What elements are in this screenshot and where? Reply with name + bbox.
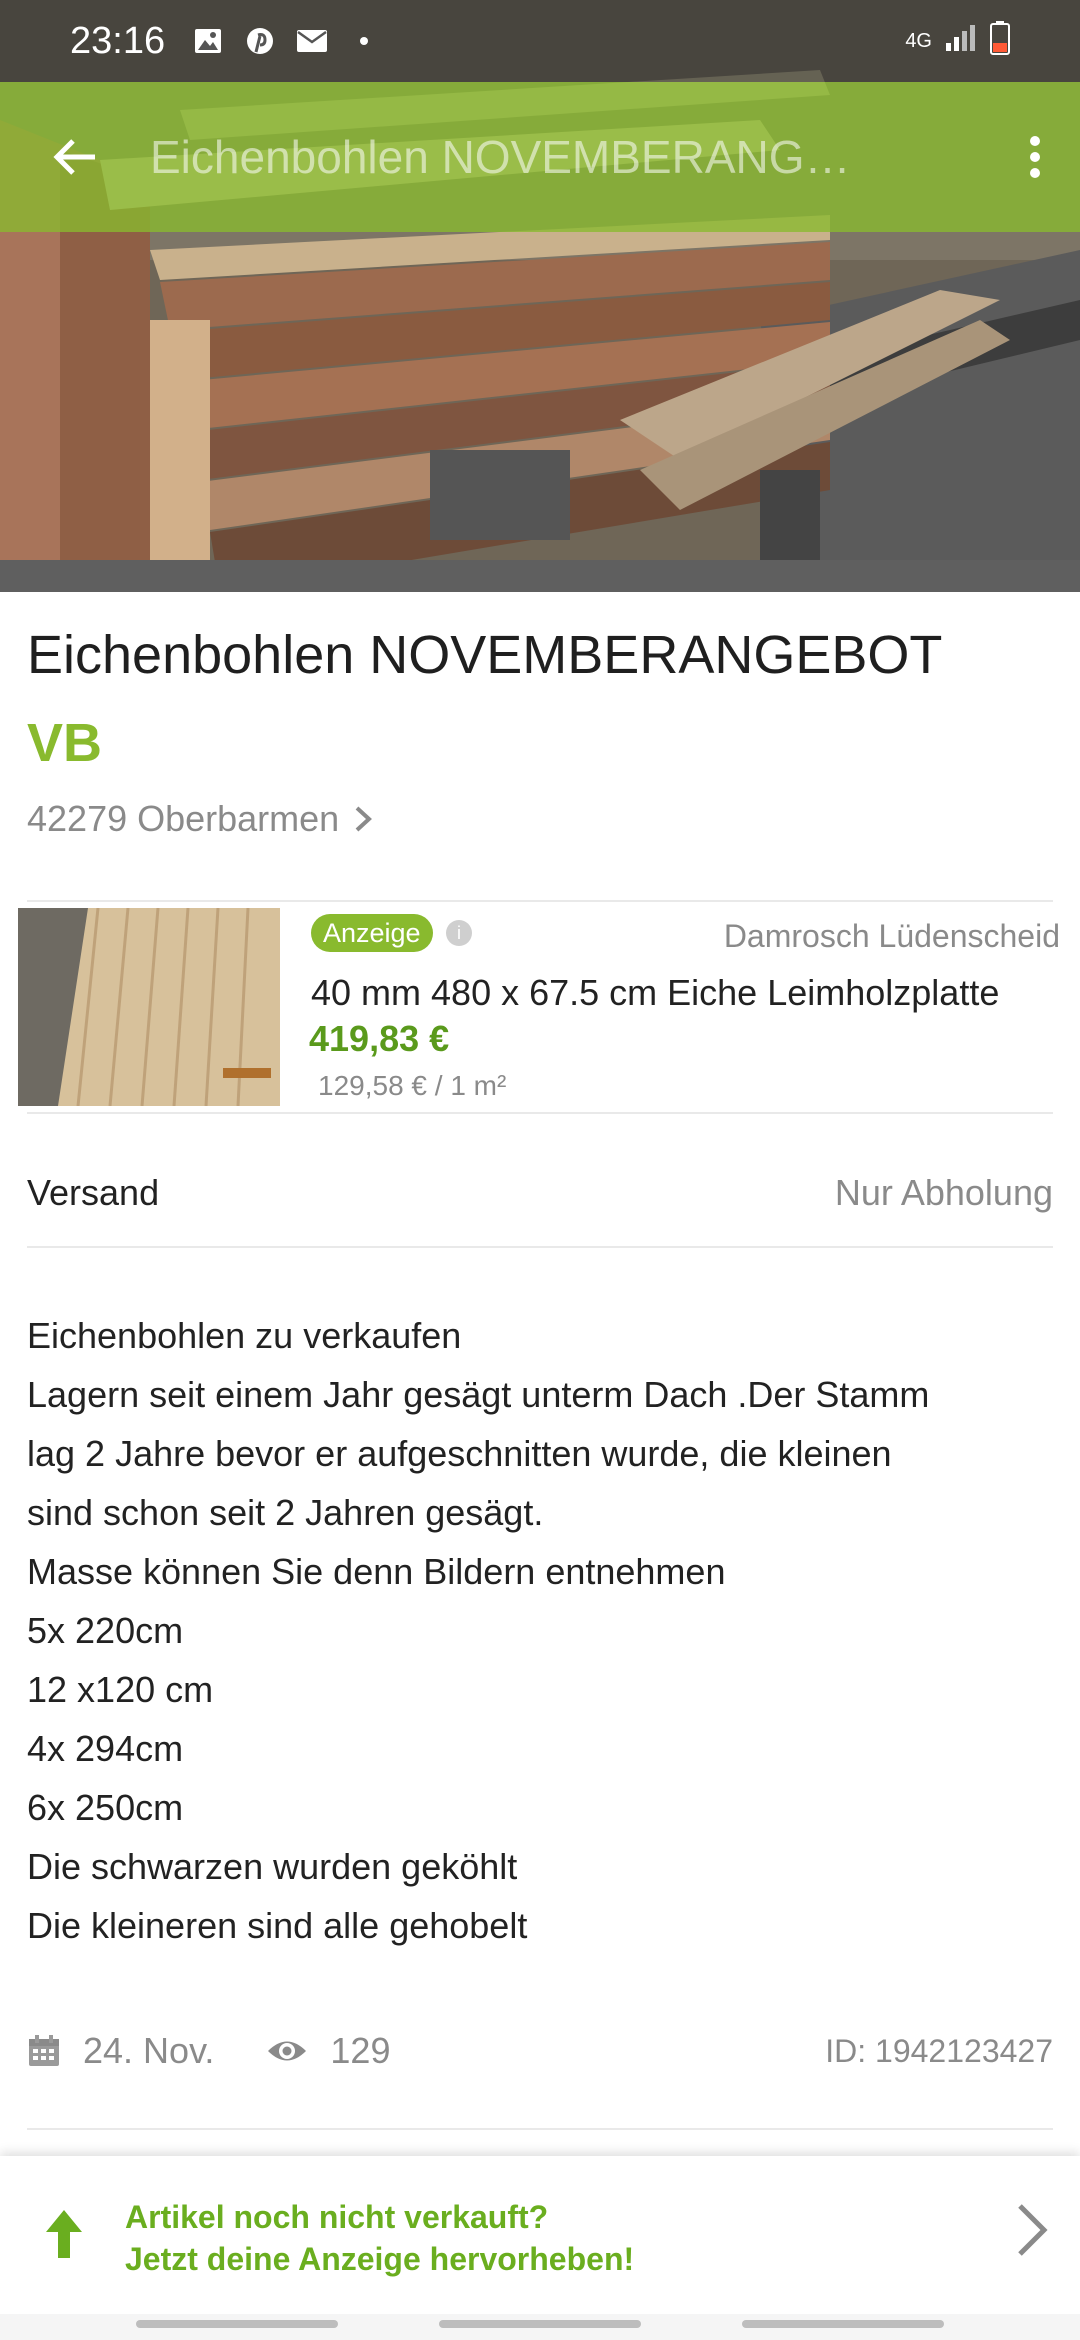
promote-listing-banner[interactable]: Artikel noch nicht verkauft? Jetzt deine… — [0, 2156, 1080, 2314]
listing-title: Eichenbohlen NOVEMBERANGEBOT — [27, 625, 943, 685]
listing-price: VB — [27, 713, 103, 773]
description-line: 6x 250cm — [27, 1787, 184, 1828]
signal-icon — [944, 23, 978, 59]
ad-price: 419,83 € — [309, 1018, 450, 1059]
status-time: 23:16 — [70, 19, 166, 62]
ad-thumbnail[interactable] — [18, 908, 280, 1106]
nav-home-pill[interactable] — [439, 2320, 641, 2328]
arrow-left-icon — [53, 139, 95, 175]
pinterest-icon — [243, 24, 277, 58]
location-text: 42279 Oberbarmen — [27, 798, 340, 839]
status-bar: 23:16 4G — [0, 0, 1080, 82]
description-line: 12 x120 cm — [27, 1669, 214, 1710]
calendar-icon — [27, 2034, 61, 2068]
nav-recent-pill[interactable] — [136, 2320, 338, 2328]
listing-id: ID: 1942123427 — [825, 2032, 1053, 2069]
description-line: sind schon seit 2 Jahren gesägt. — [27, 1492, 544, 1533]
listing-description: Eichenbohlen zu verkaufen Lagern seit ei… — [27, 1306, 1057, 1955]
ad-unit-price: 129,58 € / 1 m² — [318, 1070, 507, 1101]
view-count: 129 — [330, 2030, 391, 2071]
location-link[interactable]: 42279 Oberbarmen — [27, 798, 373, 840]
listing-date: 24. Nov. — [83, 2030, 215, 2071]
chevron-right-icon — [355, 806, 373, 832]
promo-line-1: Artikel noch nicht verkauft? — [125, 2199, 549, 2235]
image-icon — [191, 24, 225, 58]
description-line: Masse können Sie denn Bildern entnehmen — [27, 1551, 726, 1592]
shipping-label: Versand — [27, 1172, 160, 1213]
chevron-right-icon — [1018, 2204, 1048, 2256]
eye-icon — [266, 2036, 308, 2066]
back-button[interactable] — [0, 82, 150, 232]
ad-headline: 40 mm 480 x 67.5 cm Eiche Leimholzplatte — [311, 972, 1000, 1013]
description-line: Eichenbohlen zu verkaufen — [27, 1315, 462, 1356]
description-line: 4x 294cm — [27, 1728, 184, 1769]
divider — [27, 1112, 1053, 1114]
sponsored-ad[interactable]: Anzeige i Damrosch Lüdenscheid 40 mm 480… — [0, 902, 1080, 1112]
description-line: Die schwarzen wurden geköhlt — [27, 1846, 518, 1887]
more-vert-icon — [1030, 136, 1040, 178]
more-options-button[interactable] — [990, 82, 1080, 232]
app-toolbar: Eichenbohlen NOVEMBERANG… — [0, 82, 1080, 232]
divider — [27, 2128, 1053, 2130]
ad-seller: Damrosch Lüdenscheid — [723, 918, 1060, 954]
toolbar-title: Eichenbohlen NOVEMBERANG… — [150, 131, 851, 183]
description-line: Lagern seit einem Jahr gesägt unterm Dac… — [27, 1374, 930, 1415]
description-line: lag 2 Jahre bevor er aufgeschnitten wurd… — [27, 1433, 892, 1474]
info-icon[interactable]: i — [446, 920, 472, 946]
network-label: 4G — [905, 29, 932, 52]
system-nav-bar — [0, 2314, 1080, 2340]
nav-back-pill[interactable] — [742, 2320, 944, 2328]
battery-icon — [990, 21, 1010, 61]
promo-line-2: Jetzt deine Anzeige hervorheben! — [125, 2241, 635, 2277]
divider — [27, 1246, 1053, 1248]
listing-meta: 24. Nov. 129 ID: 1942123427 — [27, 2026, 1053, 2076]
description-line: Die kleineren sind alle gehobelt — [27, 1905, 528, 1946]
shipping-value: Nur Abholung — [834, 1172, 1053, 1213]
description-line: 5x 220cm — [27, 1610, 184, 1651]
ad-badge: Anzeige — [311, 914, 433, 952]
dot-icon — [347, 24, 381, 58]
arrow-up-icon — [46, 2210, 82, 2258]
mail-icon — [295, 24, 329, 58]
